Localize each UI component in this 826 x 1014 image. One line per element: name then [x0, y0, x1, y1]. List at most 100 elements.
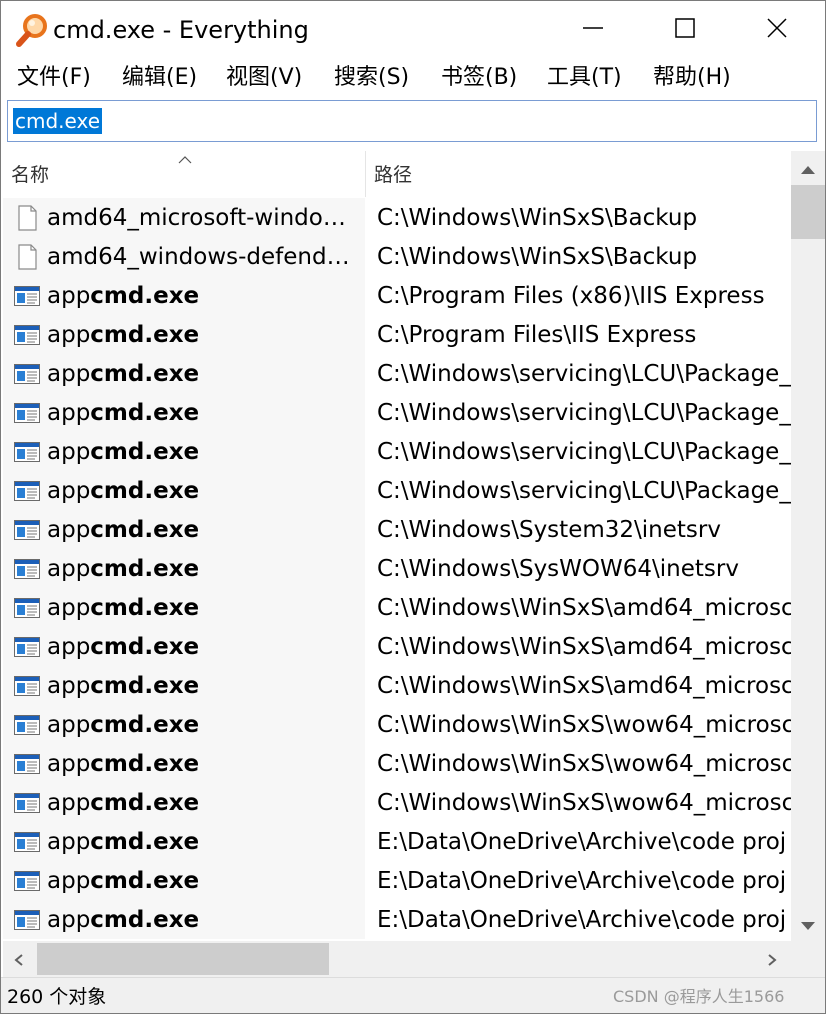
file-name-prefix: app	[47, 478, 91, 504]
path-cell[interactable]: C:\Windows\WinSxS\amd64_microsc	[366, 627, 791, 666]
path-cell[interactable]: C:\Windows\System32\inetsrv	[366, 510, 791, 549]
file-path: C:\Windows\servicing\LCU\Package_	[377, 400, 791, 426]
path-cell[interactable]: C:\Windows\WinSxS\wow64_microsc	[366, 783, 791, 822]
column-header-path-label: 路径	[374, 164, 413, 186]
name-cell[interactable]: appcmd.exe	[3, 783, 365, 822]
menu-view[interactable]: 视图(V)	[226, 59, 302, 97]
path-cell[interactable]: C:\Windows\servicing\LCU\Package_	[366, 471, 791, 510]
table-row[interactable]: amd64_windows-defende... C:\Windows\WinSx…	[3, 237, 791, 276]
name-cell[interactable]: appcmd.exe	[3, 432, 365, 471]
file-path: C:\Windows\SysWOW64\inetsrv	[377, 556, 739, 582]
file-name: appcmd.exe	[47, 476, 199, 506]
title-bar[interactable]: cmd.exe - Everything	[1, 1, 825, 59]
name-cell[interactable]: appcmd.exe	[3, 315, 365, 354]
path-cell[interactable]: C:\Windows\WinSxS\wow64_microsc	[366, 705, 791, 744]
file-name-prefix: app	[47, 439, 91, 465]
exe-window-icon	[13, 555, 41, 583]
file-name-match: cmd.exe	[90, 322, 200, 348]
scroll-down-arrow-icon[interactable]	[799, 917, 817, 936]
name-cell[interactable]: appcmd.exe	[3, 510, 365, 549]
name-cell[interactable]: appcmd.exe	[3, 549, 365, 588]
file-name: amd64_windows-defende...	[47, 242, 361, 272]
scroll-up-arrow-icon[interactable]	[799, 161, 817, 180]
everything-magnifier-icon	[15, 13, 49, 49]
column-header-name[interactable]: 名称	[3, 151, 366, 197]
minimize-button[interactable]	[547, 1, 639, 59]
table-row[interactable]: appcmd.exe C:\Windows\WinSxS\amd64_micros…	[3, 627, 791, 666]
file-path: C:\Program Files (x86)\IIS Express	[377, 283, 765, 309]
table-row[interactable]: appcmd.exe C:\Program Files\IIS Express	[3, 315, 791, 354]
name-cell[interactable]: appcmd.exe	[3, 744, 365, 783]
name-cell[interactable]: appcmd.exe	[3, 354, 365, 393]
column-header-path[interactable]: 路径	[366, 151, 791, 197]
table-row[interactable]: appcmd.exe C:\Windows\WinSxS\amd64_micros…	[3, 666, 791, 705]
search-input-selected-text[interactable]: cmd.exe	[13, 108, 103, 134]
search-input[interactable]: cmd.exe	[7, 100, 817, 142]
table-row[interactable]: appcmd.exe C:\Windows\WinSxS\wow64_micros…	[3, 783, 791, 822]
name-cell[interactable]: appcmd.exe	[3, 393, 365, 432]
file-name-prefix: amd64_windows-defende...	[47, 244, 361, 270]
file-name-match: cmd.exe	[90, 673, 200, 699]
name-cell[interactable]: appcmd.exe	[3, 900, 365, 939]
minimize-icon	[581, 16, 605, 44]
name-cell[interactable]: amd64_microsoft-window...	[3, 198, 365, 237]
menu-file[interactable]: 文件(F)	[17, 59, 91, 97]
table-row[interactable]: appcmd.exe C:\Windows\servicing\LCU\Packa…	[3, 354, 791, 393]
menu-tools[interactable]: 工具(T)	[547, 59, 622, 97]
path-cell[interactable]: C:\Program Files\IIS Express	[366, 315, 791, 354]
name-cell[interactable]: appcmd.exe	[3, 705, 365, 744]
name-cell[interactable]: amd64_windows-defende...	[3, 237, 365, 276]
path-cell[interactable]: C:\Windows\SysWOW64\inetsrv	[366, 549, 791, 588]
scroll-right-arrow-icon[interactable]	[766, 952, 778, 971]
menu-edit[interactable]: 编辑(E)	[122, 59, 197, 97]
table-row[interactable]: appcmd.exe C:\Windows\WinSxS\wow64_micros…	[3, 705, 791, 744]
path-cell[interactable]: C:\Windows\servicing\LCU\Package_	[366, 354, 791, 393]
path-cell[interactable]: C:\Windows\WinSxS\amd64_microsc	[366, 588, 791, 627]
path-cell[interactable]: C:\Windows\servicing\LCU\Package_	[366, 432, 791, 471]
file-path: C:\Windows\servicing\LCU\Package_	[377, 361, 791, 387]
name-cell[interactable]: appcmd.exe	[3, 861, 365, 900]
file-name-prefix: app	[47, 517, 91, 543]
table-row[interactable]: appcmd.exe C:\Windows\WinSxS\amd64_micros…	[3, 588, 791, 627]
path-cell[interactable]: C:\Windows\servicing\LCU\Package_	[366, 393, 791, 432]
name-cell[interactable]: appcmd.exe	[3, 627, 365, 666]
path-cell[interactable]: E:\Data\OneDrive\Archive\code proj	[366, 861, 791, 900]
path-cell[interactable]: C:\Windows\WinSxS\Backup	[366, 237, 791, 276]
path-cell[interactable]: E:\Data\OneDrive\Archive\code proj	[366, 900, 791, 939]
close-button[interactable]	[731, 1, 823, 59]
menu-search[interactable]: 搜索(S)	[334, 59, 409, 97]
table-row[interactable]: appcmd.exe C:\Windows\servicing\LCU\Packa…	[3, 432, 791, 471]
name-cell[interactable]: appcmd.exe	[3, 588, 365, 627]
table-row[interactable]: appcmd.exe E:\Data\OneDrive\Archive\code …	[3, 822, 791, 861]
name-cell[interactable]: appcmd.exe	[3, 276, 365, 315]
scroll-left-arrow-icon[interactable]	[13, 952, 25, 971]
file-name-match: cmd.exe	[90, 400, 200, 426]
name-cell[interactable]: appcmd.exe	[3, 471, 365, 510]
vertical-scroll-thumb[interactable]	[791, 185, 825, 239]
exe-window-icon	[13, 477, 41, 505]
maximize-button[interactable]	[639, 1, 731, 59]
horizontal-scroll-thumb[interactable]	[37, 943, 329, 975]
table-row[interactable]: appcmd.exe E:\Data\OneDrive\Archive\code …	[3, 900, 791, 939]
menu-bookmarks[interactable]: 书签(B)	[441, 59, 517, 97]
table-row[interactable]: appcmd.exe C:\Windows\servicing\LCU\Packa…	[3, 471, 791, 510]
path-cell[interactable]: C:\Windows\WinSxS\amd64_microsc	[366, 666, 791, 705]
path-cell[interactable]: C:\Program Files (x86)\IIS Express	[366, 276, 791, 315]
table-row[interactable]: appcmd.exe C:\Windows\SysWOW64\inetsrv	[3, 549, 791, 588]
path-cell[interactable]: E:\Data\OneDrive\Archive\code proj	[366, 822, 791, 861]
vertical-scrollbar[interactable]	[791, 151, 825, 941]
table-row[interactable]: appcmd.exe C:\Windows\System32\inetsrv	[3, 510, 791, 549]
table-row[interactable]: amd64_microsoft-window... C:\Windows\WinS…	[3, 198, 791, 237]
path-cell[interactable]: C:\Windows\WinSxS\Backup	[366, 198, 791, 237]
menu-help[interactable]: 帮助(H)	[653, 59, 731, 97]
horizontal-scrollbar[interactable]	[3, 941, 791, 977]
name-cell[interactable]: appcmd.exe	[3, 822, 365, 861]
table-row[interactable]: appcmd.exe C:\Windows\servicing\LCU\Packa…	[3, 393, 791, 432]
table-row[interactable]: appcmd.exe C:\Program Files (x86)\IIS Exp…	[3, 276, 791, 315]
path-cell[interactable]: C:\Windows\WinSxS\wow64_microsc	[366, 744, 791, 783]
exe-window-icon	[13, 789, 41, 817]
file-name-match: cmd.exe	[90, 595, 200, 621]
table-row[interactable]: appcmd.exe E:\Data\OneDrive\Archive\code …	[3, 861, 791, 900]
table-row[interactable]: appcmd.exe C:\Windows\WinSxS\wow64_micros…	[3, 744, 791, 783]
name-cell[interactable]: appcmd.exe	[3, 666, 365, 705]
